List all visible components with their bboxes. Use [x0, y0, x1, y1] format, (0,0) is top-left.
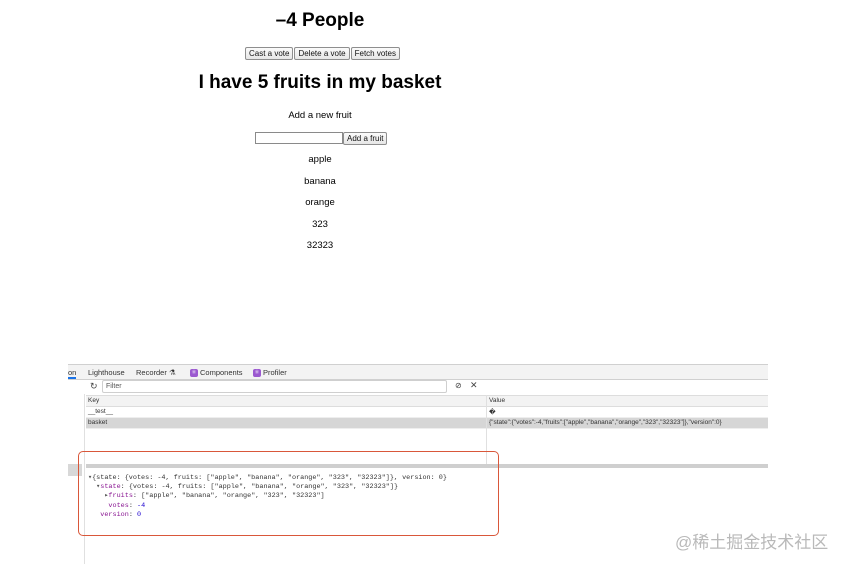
- list-item: 323: [312, 218, 328, 230]
- vote-button-group: Cast a vote Delete a vote Fetch votes: [245, 47, 401, 60]
- add-fruit-button[interactable]: Add a fruit: [343, 132, 388, 145]
- app-preview: –4 People Cast a vote Delete a vote Fetc…: [0, 0, 640, 330]
- tab-recorder[interactable]: Recorder ⚗: [136, 368, 176, 377]
- table-header: Key Value: [86, 395, 768, 407]
- close-icon[interactable]: ✕: [470, 380, 478, 391]
- table-row[interactable]: __test__ �: [86, 407, 768, 418]
- row-key: basket: [88, 419, 108, 426]
- people-count-title: –4 People: [275, 10, 365, 31]
- tab-profiler[interactable]: ⚛ Profiler: [253, 368, 287, 378]
- flask-icon: ⚗: [168, 368, 176, 377]
- delete-vote-button[interactable]: Delete a vote: [294, 47, 350, 60]
- fruit-input[interactable]: [255, 132, 343, 144]
- fetch-votes-button[interactable]: Fetch votes: [350, 47, 400, 60]
- storage-toolbar: ↻ Filter ⊘ ✕: [86, 380, 768, 394]
- basket-title: I have 5 fruits in my basket: [198, 72, 442, 93]
- react-icon: ⚛: [253, 369, 261, 378]
- tab-components[interactable]: ⚛ Components: [190, 368, 243, 378]
- annotation-highlight-box: [78, 451, 499, 536]
- refresh-icon[interactable]: ↻: [90, 381, 98, 392]
- column-header-key[interactable]: Key: [88, 397, 99, 404]
- watermark: @稀土掘金技术社区: [675, 533, 829, 552]
- list-item: orange: [305, 197, 335, 208]
- list-item: banana: [304, 175, 336, 187]
- fruit-list: apple banana orange 323 32323: [0, 150, 640, 258]
- react-icon: ⚛: [190, 369, 198, 378]
- tab-application[interactable]: on: [68, 368, 77, 379]
- row-key: __test__: [88, 408, 113, 415]
- tab-lighthouse[interactable]: Lighthouse: [88, 368, 125, 377]
- add-fruit-label: Add a new fruit: [288, 110, 352, 121]
- table-row[interactable]: basket {"state":{"votes":-4,"fruits":["a…: [86, 418, 768, 429]
- cast-vote-button[interactable]: Cast a vote: [245, 47, 294, 60]
- list-item: apple: [308, 154, 332, 165]
- add-fruit-row: Add a fruit: [255, 132, 388, 145]
- clear-icon[interactable]: ⊘: [455, 381, 462, 390]
- tab-components-label: Components: [200, 368, 243, 377]
- column-header-value[interactable]: Value: [489, 397, 505, 404]
- row-value: �: [489, 409, 496, 416]
- devtools-tab-bar: on Lighthouse Recorder ⚗ ⚛ Components ⚛ Pr…: [68, 364, 768, 380]
- filter-input[interactable]: Filter: [102, 380, 447, 393]
- tab-profiler-label: Profiler: [263, 368, 287, 377]
- row-value: {"state":{"votes":-4,"fruits":["apple","…: [489, 419, 722, 426]
- tab-recorder-label: Recorder: [136, 368, 167, 377]
- list-item: 32323: [306, 240, 334, 251]
